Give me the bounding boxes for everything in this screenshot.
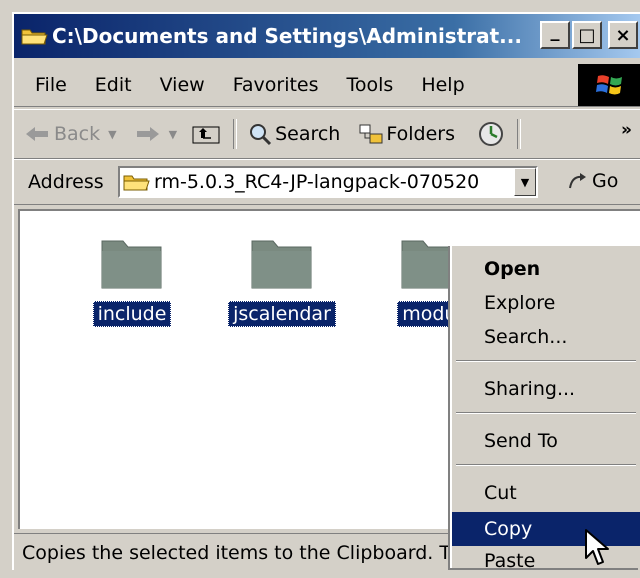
window-title: C:\Documents and Settings\Administrat...	[52, 24, 522, 48]
menu-tools[interactable]: Tools	[336, 74, 405, 96]
go-arrow-icon	[569, 173, 586, 189]
back-arrow-icon	[26, 127, 48, 141]
history-button[interactable]	[477, 120, 505, 148]
up-button[interactable]	[191, 122, 221, 146]
back-button[interactable]: Back ▼	[24, 123, 117, 145]
context-menu-open[interactable]: Open	[452, 252, 640, 286]
address-bar: Address rm-5.0.3_RC4-JP-langpack-070520 …	[14, 159, 640, 205]
address-input[interactable]: rm-5.0.3_RC4-JP-langpack-070520 ▼	[118, 166, 538, 198]
address-value: rm-5.0.3_RC4-JP-langpack-070520	[154, 171, 480, 193]
menu-edit[interactable]: Edit	[84, 74, 143, 96]
context-menu-sharing[interactable]: Sharing...	[452, 372, 640, 406]
folder-icon	[251, 240, 312, 289]
menu-view[interactable]: View	[149, 74, 216, 96]
menu-favorites[interactable]: Favorites	[222, 74, 330, 96]
title-bar[interactable]: C:\Documents and Settings\Administrat...…	[14, 14, 640, 58]
window-controls: _ □ ×	[540, 21, 638, 49]
minimize-button[interactable]: _	[540, 21, 570, 49]
maximize-button[interactable]: □	[572, 21, 602, 49]
menu-separator	[456, 464, 636, 466]
status-text: Copies the selected items to the Clipboa…	[22, 541, 451, 564]
mouse-cursor-icon	[585, 529, 609, 565]
back-dropdown-icon[interactable]: ▼	[108, 128, 116, 141]
search-icon	[250, 124, 272, 146]
context-menu-explore[interactable]: Explore	[452, 286, 640, 320]
menu-separator	[456, 360, 636, 362]
folders-icon	[359, 124, 383, 144]
folder-label: jscalendar	[228, 301, 336, 327]
go-button[interactable]: Go	[566, 170, 618, 192]
forward-dropdown-icon[interactable]: ▼	[169, 128, 177, 141]
context-menu-send-to[interactable]: Send To	[452, 424, 640, 458]
context-menu-cut[interactable]: Cut	[452, 476, 640, 510]
context-menu-search[interactable]: Search...	[452, 320, 640, 354]
folder-item-jscalendar[interactable]: jscalendar	[222, 235, 342, 327]
address-dropdown-button[interactable]: ▼	[514, 168, 536, 196]
folder-icon	[21, 29, 48, 45]
menu-separator	[456, 412, 636, 414]
forward-button[interactable]: ▼	[135, 124, 177, 144]
toolbar-more-chevron[interactable]: »	[621, 120, 632, 140]
folder-icon	[123, 175, 150, 191]
folder-label: include	[92, 301, 172, 327]
address-label: Address	[28, 171, 104, 193]
context-menu: Open Explore Search... Sharing... Send T…	[450, 244, 640, 572]
up-folder-icon	[192, 126, 220, 144]
menu-file[interactable]: File	[24, 74, 78, 96]
forward-arrow-icon	[136, 127, 159, 141]
close-button[interactable]: ×	[608, 21, 638, 49]
menu-help[interactable]: Help	[410, 74, 475, 96]
menu-bar: File Edit View Favorites Tools Help	[14, 64, 640, 107]
toolbar-separator	[233, 119, 238, 149]
toolbar-separator	[516, 119, 521, 149]
folder-icon	[101, 240, 162, 289]
standard-toolbar: Back ▼ ▼ Search Folders »	[14, 109, 640, 159]
search-button[interactable]: Search	[247, 122, 340, 146]
history-icon	[478, 122, 503, 146]
windows-logo-icon	[578, 64, 640, 106]
folders-button[interactable]: Folders	[358, 122, 455, 146]
folder-item-include[interactable]: include	[72, 235, 192, 327]
